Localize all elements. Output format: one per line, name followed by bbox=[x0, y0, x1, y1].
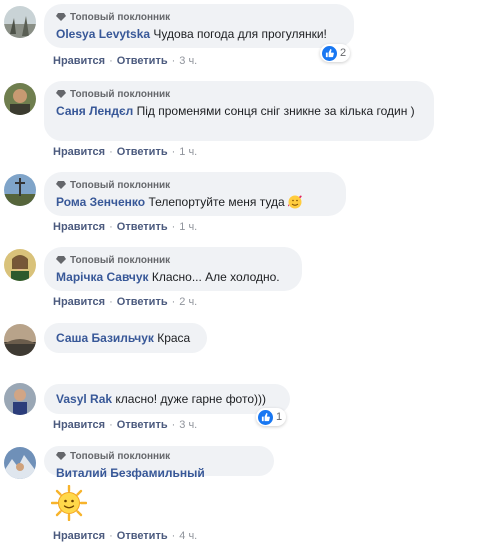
comment-bubble: Топовый поклонник Марічка Савчук Класно.… bbox=[44, 247, 302, 291]
like-button[interactable]: Нравится bbox=[53, 530, 105, 542]
comment-author[interactable]: Vasyl Rak bbox=[56, 392, 112, 406]
comment-bubble: Vasyl Rak класно! дуже гарне фото))) bbox=[44, 384, 290, 414]
top-fan-badge: Топовый поклонник bbox=[56, 87, 422, 101]
diamond-icon bbox=[56, 452, 66, 460]
comment-bubble: Топовый поклонник Olesya Levytska Чудова… bbox=[44, 4, 354, 48]
reply-button[interactable]: Ответить bbox=[117, 296, 168, 308]
timestamp[interactable]: 3 ч. bbox=[179, 55, 197, 67]
like-button[interactable]: Нравится bbox=[53, 419, 105, 431]
comment-text: класно! дуже гарне фото))) bbox=[115, 392, 266, 406]
timestamp[interactable]: 4 ч. bbox=[179, 530, 197, 542]
sun-emoji-icon bbox=[51, 485, 87, 521]
comment-bubble: Топовый поклонник Рома Зенченко Телепорт… bbox=[44, 172, 346, 216]
comment-text: Чудова погода для прогулянки! bbox=[153, 27, 327, 41]
reply-button[interactable]: Ответить bbox=[117, 530, 168, 542]
avatar[interactable] bbox=[4, 249, 36, 281]
diamond-icon bbox=[56, 256, 66, 264]
like-button[interactable]: Нравится bbox=[53, 296, 105, 308]
like-button[interactable]: Нравится bbox=[53, 146, 105, 158]
comment-author[interactable]: Марічка Савчук bbox=[56, 270, 149, 284]
comment-text: Класно... Але холодно. bbox=[151, 270, 280, 284]
comment-actions: Нравится · Ответить · 4 ч. bbox=[53, 530, 198, 542]
diamond-icon bbox=[56, 90, 66, 98]
top-fan-badge: Топовый поклонник bbox=[56, 253, 290, 267]
timestamp[interactable]: 1 ч. bbox=[179, 221, 197, 233]
comment-author[interactable]: Olesya Levytska bbox=[56, 27, 150, 41]
reply-button[interactable]: Ответить bbox=[117, 221, 168, 233]
reply-button[interactable]: Ответить bbox=[117, 146, 168, 158]
smiling-face-with-hearts-icon bbox=[288, 195, 302, 209]
comment-text: Під променями сонця сніг зникне за кільк… bbox=[136, 104, 415, 118]
top-fan-badge: Топовый поклонник bbox=[56, 10, 342, 24]
comment-actions: Нравится · Ответить · 1 ч. bbox=[53, 146, 198, 158]
like-button[interactable]: Нравится bbox=[53, 55, 105, 67]
comment-text: Краса bbox=[157, 331, 191, 345]
like-icon bbox=[258, 409, 273, 425]
comment-bubble: Топовый поклонник Виталий Безфамильный bbox=[44, 446, 274, 480]
reaction-count[interactable]: 2 bbox=[320, 44, 351, 62]
avatar[interactable] bbox=[4, 174, 36, 206]
comment-actions: Нравится · Ответить · 3 ч. bbox=[53, 55, 198, 67]
like-button[interactable]: Нравится bbox=[53, 221, 105, 233]
comment-actions: Нравится · Ответить · 3 ч. bbox=[53, 419, 198, 431]
diamond-icon bbox=[56, 13, 66, 21]
top-fan-badge: Топовый поклонник bbox=[56, 178, 334, 192]
comment-author[interactable]: Виталий Безфамильный bbox=[56, 466, 205, 480]
reply-button[interactable]: Ответить bbox=[117, 419, 168, 431]
timestamp[interactable]: 3 ч. bbox=[179, 419, 197, 431]
like-icon bbox=[322, 45, 337, 61]
timestamp[interactable]: 2 ч. bbox=[179, 296, 197, 308]
comment-text: Телепортуйте меня туда bbox=[148, 195, 285, 209]
comment-actions: Нравится · Ответить · 1 ч. bbox=[53, 221, 198, 233]
avatar[interactable] bbox=[4, 383, 36, 415]
avatar[interactable] bbox=[4, 447, 36, 479]
diamond-icon bbox=[56, 181, 66, 189]
comment-author[interactable]: Саня Лендєл bbox=[56, 104, 133, 118]
comment-bubble: Саша Базильчук Краса bbox=[44, 323, 207, 353]
comment-actions: Нравится · Ответить · 2 ч. bbox=[53, 296, 198, 308]
reaction-count[interactable]: 1 bbox=[256, 408, 287, 426]
reply-button[interactable]: Ответить bbox=[117, 55, 168, 67]
comment-author[interactable]: Саша Базильчук bbox=[56, 331, 154, 345]
avatar[interactable] bbox=[4, 324, 36, 356]
avatar[interactable] bbox=[4, 83, 36, 115]
top-fan-badge: Топовый поклонник bbox=[56, 449, 262, 463]
comment-bubble: Топовый поклонник Саня Лендєл Під промен… bbox=[44, 81, 434, 141]
avatar[interactable] bbox=[4, 6, 36, 38]
timestamp[interactable]: 1 ч. bbox=[179, 146, 197, 158]
comment-author[interactable]: Рома Зенченко bbox=[56, 195, 145, 209]
